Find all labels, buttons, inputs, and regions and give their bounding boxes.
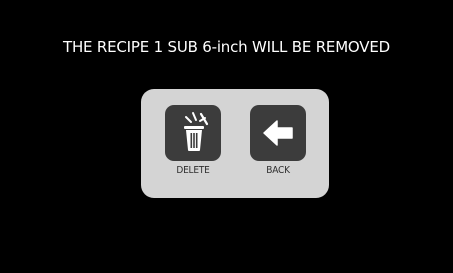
confirmation-screen: THE RECIPE 1 SUB 6-inch WILL BE REMOVED <box>0 0 453 273</box>
removal-message: THE RECIPE 1 SUB 6-inch WILL BE REMOVED <box>63 38 390 56</box>
delete-button[interactable]: DELETE <box>164 105 222 179</box>
back-icon-tile[interactable] <box>250 105 306 161</box>
delete-button-label: DELETE <box>176 165 210 176</box>
delete-icon-tile[interactable] <box>165 105 221 161</box>
arrow-left-icon <box>263 120 293 146</box>
back-button-label: BACK <box>266 165 290 176</box>
confirmation-dialog: DELETE BACK <box>141 89 329 198</box>
back-button[interactable]: BACK <box>249 105 307 179</box>
trash-icon <box>184 112 209 151</box>
